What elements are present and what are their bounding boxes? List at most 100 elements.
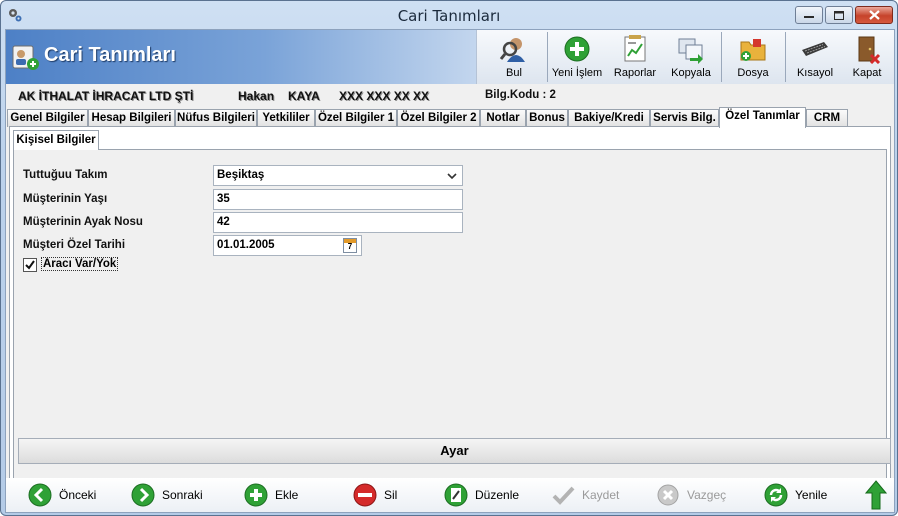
keyboard-icon <box>802 42 828 56</box>
tab-ozel-tanimlar[interactable]: Özel Tanımlar <box>719 107 806 128</box>
shoe-size-input[interactable]: 42 <box>213 212 463 233</box>
save-label: Kaydet <box>582 488 620 502</box>
next-label: Sonraki <box>162 488 203 502</box>
age-value: 35 <box>217 193 230 205</box>
team-select[interactable]: Beşiktaş <box>213 165 463 186</box>
cancel-label: Vazgeç <box>687 488 727 502</box>
copy-icon <box>678 38 703 64</box>
cancel-icon <box>657 484 679 506</box>
tab-servis-bilg[interactable]: Servis Bilg. <box>650 109 719 127</box>
reports-label: Raporlar <box>613 67 657 79</box>
tab-crm[interactable]: CRM <box>806 109 848 127</box>
reports-button[interactable]: Raporlar <box>607 30 663 84</box>
close-icon <box>868 10 880 20</box>
shortcut-label: Kısayol <box>796 67 834 79</box>
arrow-right-icon <box>131 483 155 507</box>
tab-ozel-bilgiler-2[interactable]: Özel Bilgiler 2 <box>397 109 480 127</box>
ayar-button[interactable]: Ayar <box>18 438 891 464</box>
tab-bakiye-kredi[interactable]: Bakiye/Kredi <box>568 109 650 127</box>
customer-code: Bilg.Kodu : 2 <box>485 89 556 101</box>
shoe-size-value: 42 <box>217 216 230 228</box>
maximize-button[interactable] <box>825 6 853 24</box>
delete-button[interactable]: Sil <box>353 483 413 507</box>
arrow-left-icon <box>28 483 52 507</box>
title-bar: Cari Tanımları <box>1 1 897 31</box>
edit-label: Düzenle <box>475 488 520 502</box>
search-person-icon <box>499 38 525 62</box>
tab-notlar[interactable]: Notlar <box>480 109 526 127</box>
maximize-icon <box>834 10 844 20</box>
plus-icon <box>244 483 268 507</box>
folder-add-icon <box>740 39 766 61</box>
toolbar-separator <box>547 32 548 82</box>
add-circle-icon <box>564 36 590 62</box>
previous-label: Önceki <box>59 488 97 502</box>
window-title: Cari Tanımları <box>397 7 501 25</box>
vehicle-checkbox[interactable] <box>23 258 37 272</box>
tab-hesap-bilgileri[interactable]: Hesap Bilgileri <box>88 109 175 127</box>
special-date-label: Müşteri Özel Tarihi <box>23 239 126 251</box>
toolbar-separator <box>785 32 786 82</box>
special-date-input[interactable]: 01.01.2005 7 <box>213 235 362 256</box>
file-button[interactable]: Dosya <box>723 30 783 84</box>
customer-company: AK İTHALAT İHRACAT LTD ŞTİ <box>18 89 194 103</box>
delete-label: Sil <box>384 488 398 502</box>
team-value: Beşiktaş <box>217 169 265 181</box>
customer-card-icon <box>12 45 39 70</box>
arrow-up-icon[interactable] <box>865 480 887 510</box>
action-bar: Önceki Sonraki Ekle Sil Düzenle Kaydet V… <box>6 478 894 512</box>
kisisel-bilgiler-panel: Tuttuğuu Takım Beşiktaş Müşterinin Yaşı … <box>13 149 891 505</box>
refresh-label: Yenile <box>795 488 828 502</box>
customer-last-name: KAYA <box>288 89 320 103</box>
header-banner: Cari Tanımları <box>6 30 476 84</box>
new-transaction-label: Yeni İşlem <box>551 67 603 79</box>
next-button[interactable]: Sonraki <box>131 483 211 507</box>
customer-info-line: AK İTHALAT İHRACAT LTD ŞTİ Hakan KAYA XX… <box>6 86 894 106</box>
checkmark-icon <box>25 260 35 270</box>
chevron-down-icon <box>447 173 457 180</box>
minimize-icon <box>804 16 814 18</box>
edit-button[interactable]: Düzenle <box>444 483 534 507</box>
toolbar: Bul Yeni İşlem Raporlar Kopyala Dosya Kı… <box>476 30 894 84</box>
minimize-button[interactable] <box>795 6 823 24</box>
tab-yetkililer[interactable]: Yetkililer <box>257 109 315 127</box>
main-frame: Cari Tanımları Bul Yeni İşlem Raporlar K… <box>5 29 895 513</box>
customer-first-name: Hakan <box>238 89 275 103</box>
tab-ozel-bilgiler-1[interactable]: Özel Bilgiler 1 <box>315 109 397 127</box>
close-form-button[interactable]: Kapat <box>841 30 893 84</box>
refresh-button[interactable]: Yenile <box>764 483 844 507</box>
new-transaction-button[interactable]: Yeni İşlem <box>549 30 605 84</box>
tab-strip: Genel Bilgiler Hesap Bilgileri Nüfus Bil… <box>6 107 894 128</box>
save-button[interactable]: Kaydet <box>551 483 631 507</box>
shoe-size-label: Müşterinin Ayak Nosu <box>23 216 143 228</box>
team-label: Tuttuğuu Takım <box>23 169 108 181</box>
refresh-icon <box>764 483 788 507</box>
calendar-day: 7 <box>347 242 353 251</box>
find-button[interactable]: Bul <box>483 30 545 84</box>
close-form-label: Kapat <box>852 67 882 79</box>
special-date-value: 01.01.2005 <box>217 239 275 251</box>
subtab-kisisel-bilgiler[interactable]: Kişisel Bilgiler <box>13 130 99 150</box>
calendar-icon[interactable]: 7 <box>343 238 357 253</box>
age-label: Müşterinin Yaşı <box>23 193 108 205</box>
close-button[interactable] <box>855 6 893 24</box>
app-window: Cari Tanımları Cari Tanımları Bul Yeni İ… <box>0 0 898 516</box>
copy-button[interactable]: Kopyala <box>663 30 719 84</box>
tab-genel-bilgiler[interactable]: Genel Bilgiler <box>7 109 88 127</box>
file-label: Dosya <box>737 67 769 79</box>
shortcut-button[interactable]: Kısayol <box>787 30 843 84</box>
tab-bonus[interactable]: Bonus <box>526 109 568 127</box>
tab-nufus-bilgileri[interactable]: Nüfus Bilgileri <box>175 109 257 127</box>
cancel-button[interactable]: Vazgeç <box>656 483 736 507</box>
age-input[interactable]: 35 <box>213 189 463 210</box>
page-title: Cari Tanımları <box>44 44 176 66</box>
report-icon <box>624 35 646 62</box>
add-label: Ekle <box>275 488 299 502</box>
vehicle-checkbox-label[interactable]: Aracı Var/Yok <box>41 257 119 271</box>
customer-phone: XXX XXX XX XX <box>339 89 430 103</box>
previous-button[interactable]: Önceki <box>28 483 108 507</box>
exit-door-icon <box>858 36 881 64</box>
tab-panel-ozel-tanimlar: Kişisel Bilgiler Tuttuğuu Takım Beşiktaş… <box>9 126 891 510</box>
edit-icon <box>444 483 468 507</box>
add-button[interactable]: Ekle <box>244 483 314 507</box>
